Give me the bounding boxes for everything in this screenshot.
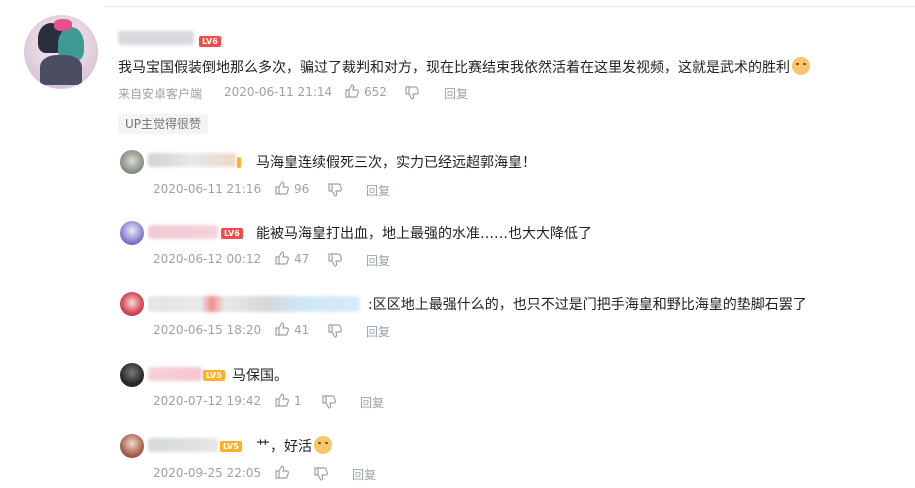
comment-text: 我马宝国假装倒地那么多次，骗过了裁判和对方，现在比赛结束我依然活着在这里发视频，… [118,57,810,77]
timestamp: 2020-06-12 00:12 [153,252,262,266]
like-count: 96 [294,182,310,196]
like-count: 652 [364,85,387,99]
timestamp: 2020-06-11 21:14 [224,85,333,99]
avatar[interactable] [120,434,144,458]
reply-text: 马海皇连续假死三次，实力已经远超郭海皇！ [256,155,536,171]
timestamp: 2020-09-25 22:05 [153,466,262,480]
cat-face-emoji-icon [314,436,332,454]
reply-button[interactable]: 回复 [352,466,376,483]
level-badge: LV5 [220,441,242,452]
thumbs-down-icon[interactable] [313,466,329,482]
thumbs-down-icon[interactable] [321,394,337,410]
platform-label: 来自安卓客户端 [118,87,203,101]
reply-text: :区区地上最强什么的，也只不过是门把手海皇和野比海皇的垫脚石罢了 [368,297,807,313]
thumbs-down-icon[interactable] [327,323,343,339]
thumbs-up-icon[interactable] [274,250,290,266]
like-count: 1 [294,394,302,408]
username-blurred[interactable] [148,153,236,167]
thumbs-down-icon[interactable] [327,252,343,268]
avatar[interactable] [120,221,144,245]
like-count: 41 [294,323,310,337]
username-blurred[interactable] [148,296,360,312]
like-count: 47 [294,252,310,266]
username-blurred[interactable] [118,31,194,45]
reply-text: 能被马海皇打出血，地上最强的水准……也大大降低了 [256,226,592,242]
level-badge: LV6 [199,36,221,47]
reply-button[interactable]: 回复 [444,85,468,102]
reply-text: 艹，好活 [256,436,332,456]
avatar[interactable] [120,363,144,387]
thumbs-down-icon[interactable] [327,182,343,198]
reply-button[interactable]: 回复 [360,394,384,411]
username-blurred[interactable] [148,438,218,452]
timestamp: 2020-06-11 21:16 [153,182,262,196]
avatar[interactable] [120,292,144,316]
top-divider [105,6,915,7]
reply-button[interactable]: 回复 [366,252,390,269]
username-blurred[interactable] [148,367,202,381]
reply-button[interactable]: 回复 [366,323,390,340]
level-badge: LV5 [203,370,225,381]
thumbs-up-icon[interactable] [344,83,360,99]
reply-text: 马保国。 [232,368,288,384]
reply-button[interactable]: 回复 [366,182,390,199]
avatar[interactable] [120,150,144,174]
avatar[interactable] [24,15,98,89]
thumbs-up-icon[interactable] [274,464,290,480]
timestamp: 2020-07-12 19:42 [153,394,262,408]
thumbs-up-icon[interactable] [274,180,290,196]
thumbs-up-icon[interactable] [274,321,290,337]
cat-face-emoji-icon [792,57,810,75]
timestamp: 2020-06-15 18:20 [153,323,262,337]
level-badge: LV6 [221,228,243,239]
level-badge [237,157,241,168]
username-blurred[interactable] [148,225,218,239]
up-liked-tag: UP主觉得很赞 [118,114,209,134]
thumbs-up-icon[interactable] [274,392,290,408]
thumbs-down-icon[interactable] [404,85,420,101]
